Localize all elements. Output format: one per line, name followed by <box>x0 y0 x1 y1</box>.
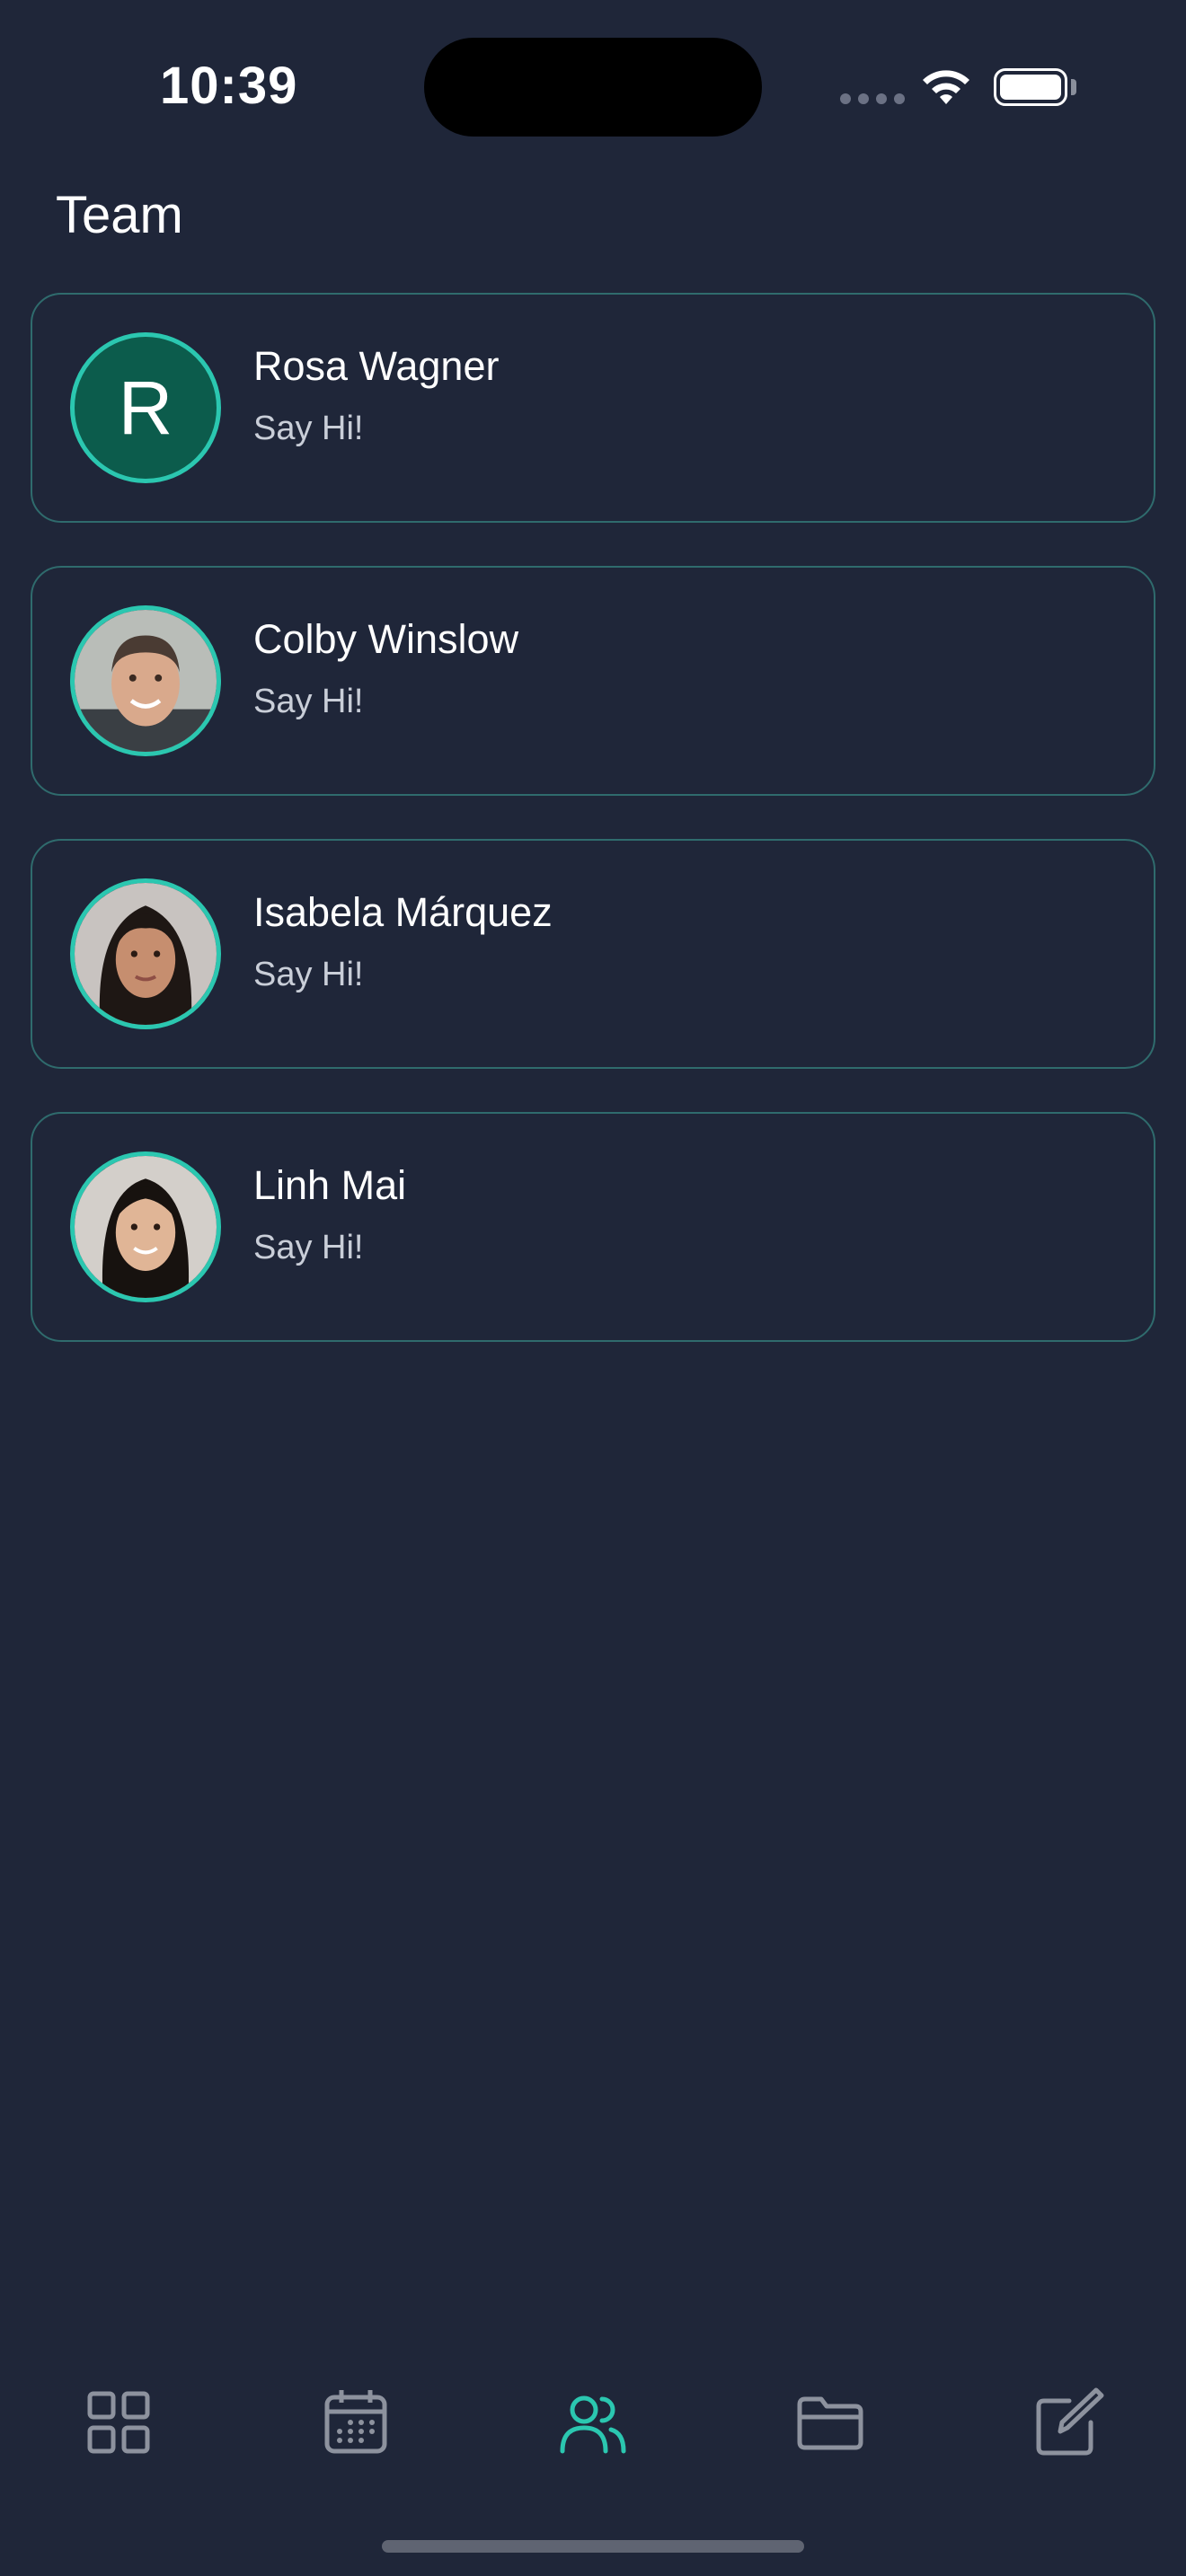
calendar-icon <box>324 2390 387 2454</box>
avatar <box>70 1151 221 1302</box>
team-member-card[interactable]: R Rosa Wagner Say Hi! <box>31 293 1155 523</box>
member-name: Isabela Márquez <box>253 889 553 935</box>
page-title: Team <box>56 186 183 244</box>
tab-compose[interactable] <box>1027 2382 1108 2463</box>
tab-dashboard[interactable] <box>78 2382 159 2463</box>
member-subtitle: Say Hi! <box>253 1229 364 1266</box>
tab-files[interactable] <box>790 2382 871 2463</box>
avatar-photo <box>75 883 217 1025</box>
member-subtitle: Say Hi! <box>253 683 364 720</box>
avatar-initial: R <box>118 365 173 450</box>
avatar: R <box>70 332 221 483</box>
battery-icon <box>994 68 1067 106</box>
team-member-card[interactable]: Colby Winslow Say Hi! <box>31 566 1155 796</box>
member-subtitle: Say Hi! <box>253 410 364 447</box>
team-member-card[interactable]: Linh Mai Say Hi! <box>31 1112 1155 1342</box>
cellular-signal-icon <box>840 93 905 104</box>
member-name: Colby Winslow <box>253 616 519 662</box>
wifi-icon <box>923 70 969 104</box>
member-name: Linh Mai <box>253 1162 407 1208</box>
avatar-photo <box>75 1156 217 1298</box>
team-member-card[interactable]: Isabela Márquez Say Hi! <box>31 839 1155 1069</box>
compose-icon <box>1036 2387 1104 2456</box>
home-indicator <box>382 2540 804 2553</box>
team-icon <box>560 2395 626 2454</box>
member-name: Rosa Wagner <box>253 343 500 389</box>
grid-icon <box>87 2391 150 2454</box>
avatar-photo <box>75 610 217 752</box>
avatar <box>70 605 221 756</box>
dynamic-island <box>424 38 762 137</box>
tab-calendar[interactable] <box>315 2382 396 2463</box>
status-time: 10:39 <box>160 57 298 115</box>
folder-icon <box>797 2396 863 2450</box>
tab-team[interactable] <box>553 2382 633 2463</box>
member-subtitle: Say Hi! <box>253 956 364 993</box>
avatar <box>70 878 221 1029</box>
